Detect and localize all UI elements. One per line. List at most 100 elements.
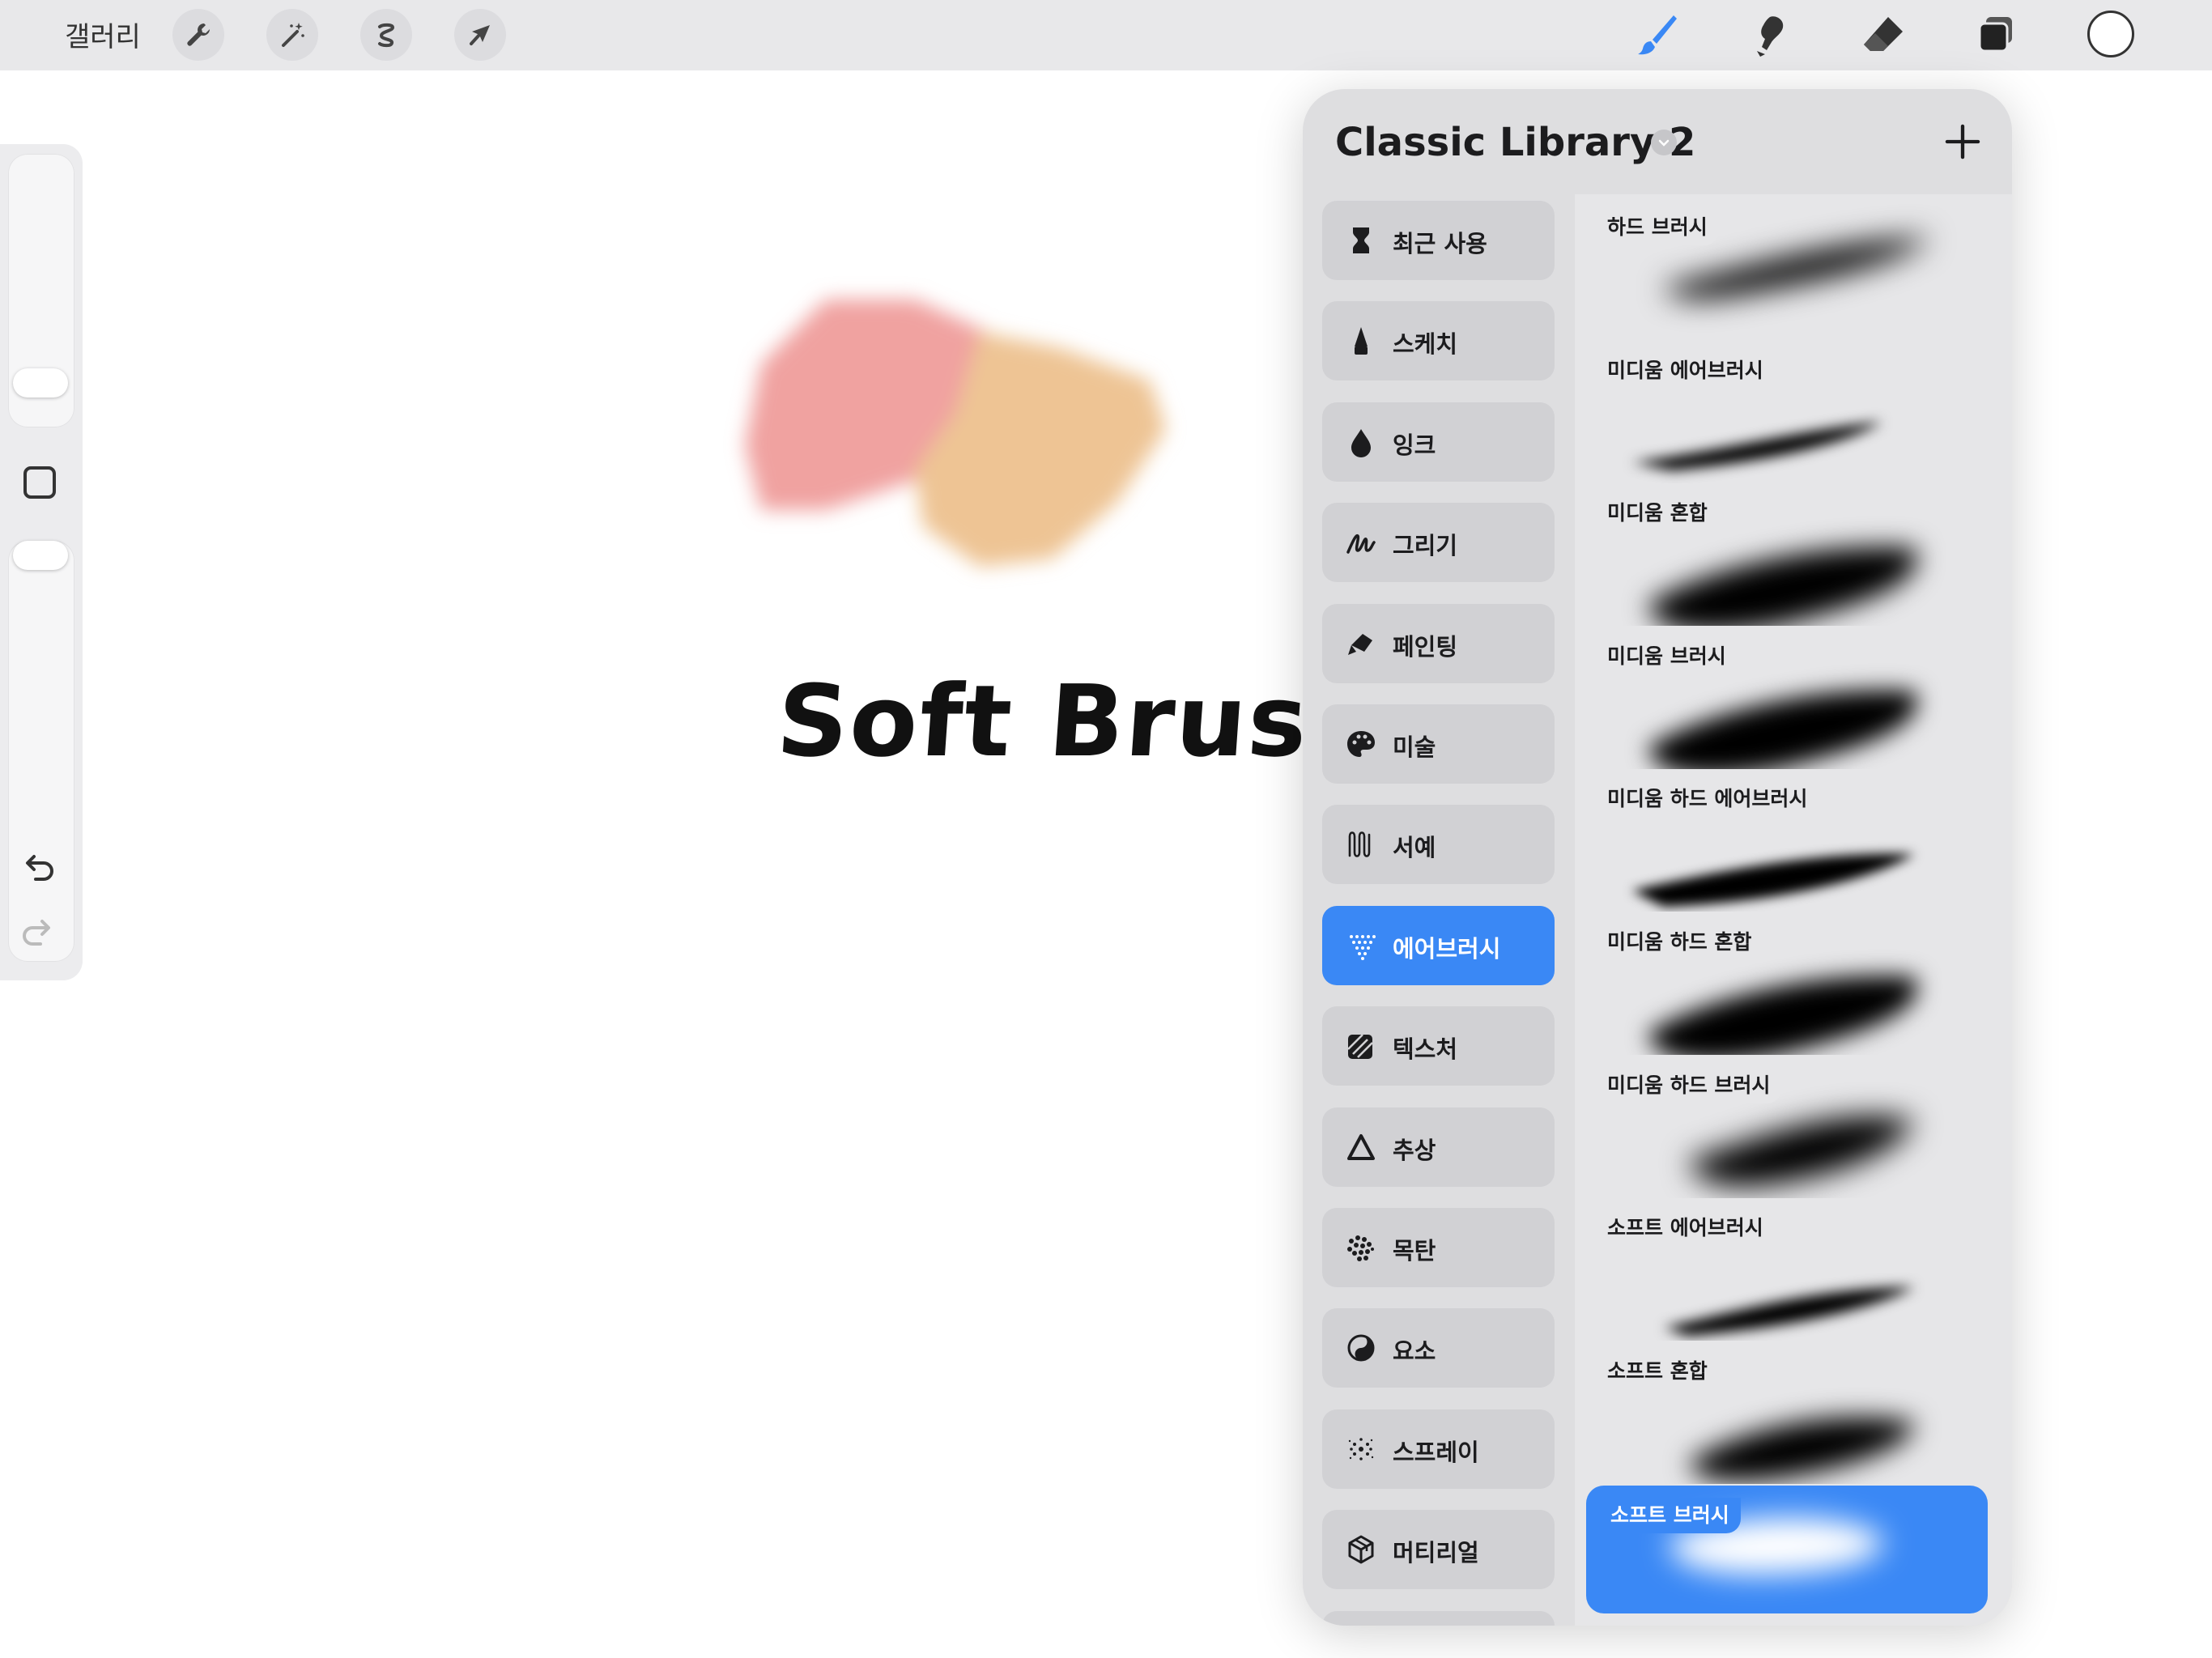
eraser-tool-button[interactable] xyxy=(1857,8,1910,62)
left-sidebar xyxy=(0,144,83,980)
brush-set-item[interactable]: 잉크 xyxy=(1322,402,1555,482)
brush-name-label: 소프트 에어브러시 xyxy=(1607,1210,1775,1247)
undo-icon[interactable] xyxy=(18,850,58,891)
gallery-button[interactable]: 갤러리 xyxy=(65,15,141,54)
palette-icon xyxy=(1347,731,1375,757)
texture-icon xyxy=(1347,1034,1373,1060)
top-toolbar: 갤러리 xyxy=(0,0,2212,70)
brush-set-label: 미술 xyxy=(1393,733,1436,761)
brush-set-item-partial[interactable] xyxy=(1322,1610,1555,1626)
modify-button[interactable] xyxy=(23,466,56,499)
brush-set-label: 그리기 xyxy=(1393,532,1458,560)
brush-item[interactable]: 소프트 혼합 xyxy=(1575,1341,2012,1484)
charcoal-icon xyxy=(1347,1235,1374,1261)
brush-name-label: 하드 브러시 xyxy=(1607,210,1719,245)
brush-set-item[interactable]: 머티리얼 xyxy=(1322,1510,1555,1590)
brush-size-slider-knob[interactable] xyxy=(13,368,68,397)
brush-name-label: 소프트 혼합 xyxy=(1607,1353,1719,1389)
brush-name-label: 소프트 브러시 xyxy=(1610,1498,1741,1534)
brush-item[interactable]: 미디움 하드 에어브러시 xyxy=(1575,769,2012,912)
brush-opacity-slider[interactable] xyxy=(8,541,74,962)
canvas-soft-brush-swatch xyxy=(745,300,1166,567)
brush-tool-button[interactable] xyxy=(1631,8,1684,62)
chevron-down-icon xyxy=(1658,139,1670,147)
brush-set-item[interactable]: 스케치 xyxy=(1322,301,1555,381)
smudge-icon xyxy=(1757,16,1784,57)
brush-size-slider[interactable] xyxy=(8,154,74,427)
library-title[interactable]: Classic Library 2 xyxy=(1335,120,1695,165)
smudge-tool-button[interactable] xyxy=(1743,8,1797,62)
add-brush-set-button[interactable] xyxy=(1938,117,1987,166)
brush-set-item[interactable]: 요소 xyxy=(1322,1308,1555,1388)
brushes-list: 하드 브러시미디움 에어브러시미디움 혼합미디움 브러시미디움 하드 에어브러시… xyxy=(1575,194,2012,1626)
brush-name-label: 미디움 혼합 xyxy=(1607,495,1719,532)
brush-name-label: 미디움 하드 브러시 xyxy=(1607,1067,1782,1103)
brush-item[interactable]: 미디움 에어브러시 xyxy=(1575,341,2012,483)
brush-set-label: 스프레이 xyxy=(1393,1438,1479,1466)
layers-button[interactable] xyxy=(1969,8,2023,62)
brush-item[interactable]: 소프트 브러시 xyxy=(1586,1486,1988,1614)
brush-set-item[interactable]: 미술 xyxy=(1322,704,1555,784)
brush-sets-list: 최근 사용스케치잉크그리기페인팅미술서예에어브러시텍스처추상목탄요소스프레이머티… xyxy=(1303,194,1575,1626)
brush-set-label: 에어브러시 xyxy=(1393,934,1501,963)
brush-set-item[interactable]: 추상 xyxy=(1322,1107,1555,1187)
brush-set-label: 머티리얼 xyxy=(1393,1539,1479,1567)
selection-button[interactable] xyxy=(360,9,412,61)
layers-icon xyxy=(1978,17,2012,53)
brush-name-label: 미디움 하드 혼합 xyxy=(1607,925,1763,960)
hourglass-icon xyxy=(1353,227,1369,253)
abstract-triangle-icon xyxy=(1347,1133,1375,1160)
pencil-tip-icon xyxy=(1355,327,1368,355)
plus-icon xyxy=(1945,124,1980,159)
brush-item[interactable]: 미디움 하드 브러시 xyxy=(1575,1056,2012,1198)
brush-name-label: 미디움 하드 에어브러시 xyxy=(1607,781,1819,818)
brush-set-item[interactable]: 텍스처 xyxy=(1322,1006,1555,1086)
transform-button[interactable] xyxy=(454,9,506,61)
brush-item[interactable]: 미디움 하드 혼합 xyxy=(1575,912,2012,1055)
brush-set-label: 추상 xyxy=(1393,1136,1436,1164)
redo-icon[interactable] xyxy=(18,915,58,955)
brush-set-label: 텍스처 xyxy=(1393,1035,1458,1064)
brush-set-item[interactable]: 서예 xyxy=(1322,805,1555,885)
brush-item[interactable]: 미디움 혼합 xyxy=(1575,483,2012,627)
color-picker-button[interactable] xyxy=(2087,11,2134,57)
brush-opacity-slider-knob[interactable] xyxy=(13,541,68,570)
brush-library-panel: Classic Library 2 최근 사용스케치잉크그리기페인팅미술서예에어… xyxy=(1303,89,2012,1626)
brush-set-item[interactable]: 그리기 xyxy=(1322,503,1555,583)
brush-set-label: 스케치 xyxy=(1393,330,1458,359)
brush-set-label: 페인팅 xyxy=(1393,632,1458,661)
brush-name-label: 미디움 에어브러시 xyxy=(1607,352,1775,389)
airbrush-icon xyxy=(1350,934,1376,960)
elements-yin-yang-icon xyxy=(1347,1334,1375,1362)
eraser-icon xyxy=(1864,17,1903,51)
brush-set-label: 목탄 xyxy=(1393,1237,1436,1265)
canvas-text: Soft Brush xyxy=(773,664,1385,779)
library-chevron-button[interactable] xyxy=(1651,130,1677,155)
brush-name-label: 미디움 브러시 xyxy=(1607,638,1738,674)
brush-item[interactable]: 미디움 브러시 xyxy=(1575,627,2012,769)
transform-arrow-icon xyxy=(470,25,490,45)
selection-icon xyxy=(378,23,395,48)
magic-wand-icon xyxy=(282,23,304,47)
brush-set-item[interactable]: 최근 사용 xyxy=(1322,201,1555,280)
brush-icon xyxy=(1638,15,1677,55)
brush-set-label: 요소 xyxy=(1393,1337,1436,1366)
actions-button[interactable] xyxy=(172,9,224,61)
drawing-scribble-icon xyxy=(1346,534,1376,554)
brush-set-item[interactable]: 에어브러시 xyxy=(1322,905,1555,985)
material-cube-icon xyxy=(1348,1535,1374,1564)
brush-item[interactable]: 하드 브러시 xyxy=(1575,198,2012,340)
brush-set-label: 잉크 xyxy=(1393,431,1436,459)
ink-drop-icon xyxy=(1351,428,1371,457)
brush-set-label: 서예 xyxy=(1393,834,1436,862)
brush-set-label: 최근 사용 xyxy=(1393,230,1487,257)
wrench-icon xyxy=(187,23,210,46)
spray-icon xyxy=(1348,1437,1374,1460)
paint-brush-icon xyxy=(1348,633,1372,655)
adjustments-button[interactable] xyxy=(266,9,318,61)
brush-set-item[interactable]: 페인팅 xyxy=(1322,603,1555,683)
brush-set-item[interactable]: 스프레이 xyxy=(1322,1409,1555,1489)
calligraphy-icon xyxy=(1348,831,1371,858)
brush-set-item[interactable]: 목탄 xyxy=(1322,1208,1555,1287)
brush-item[interactable]: 소프트 에어브러시 xyxy=(1575,1198,2012,1341)
